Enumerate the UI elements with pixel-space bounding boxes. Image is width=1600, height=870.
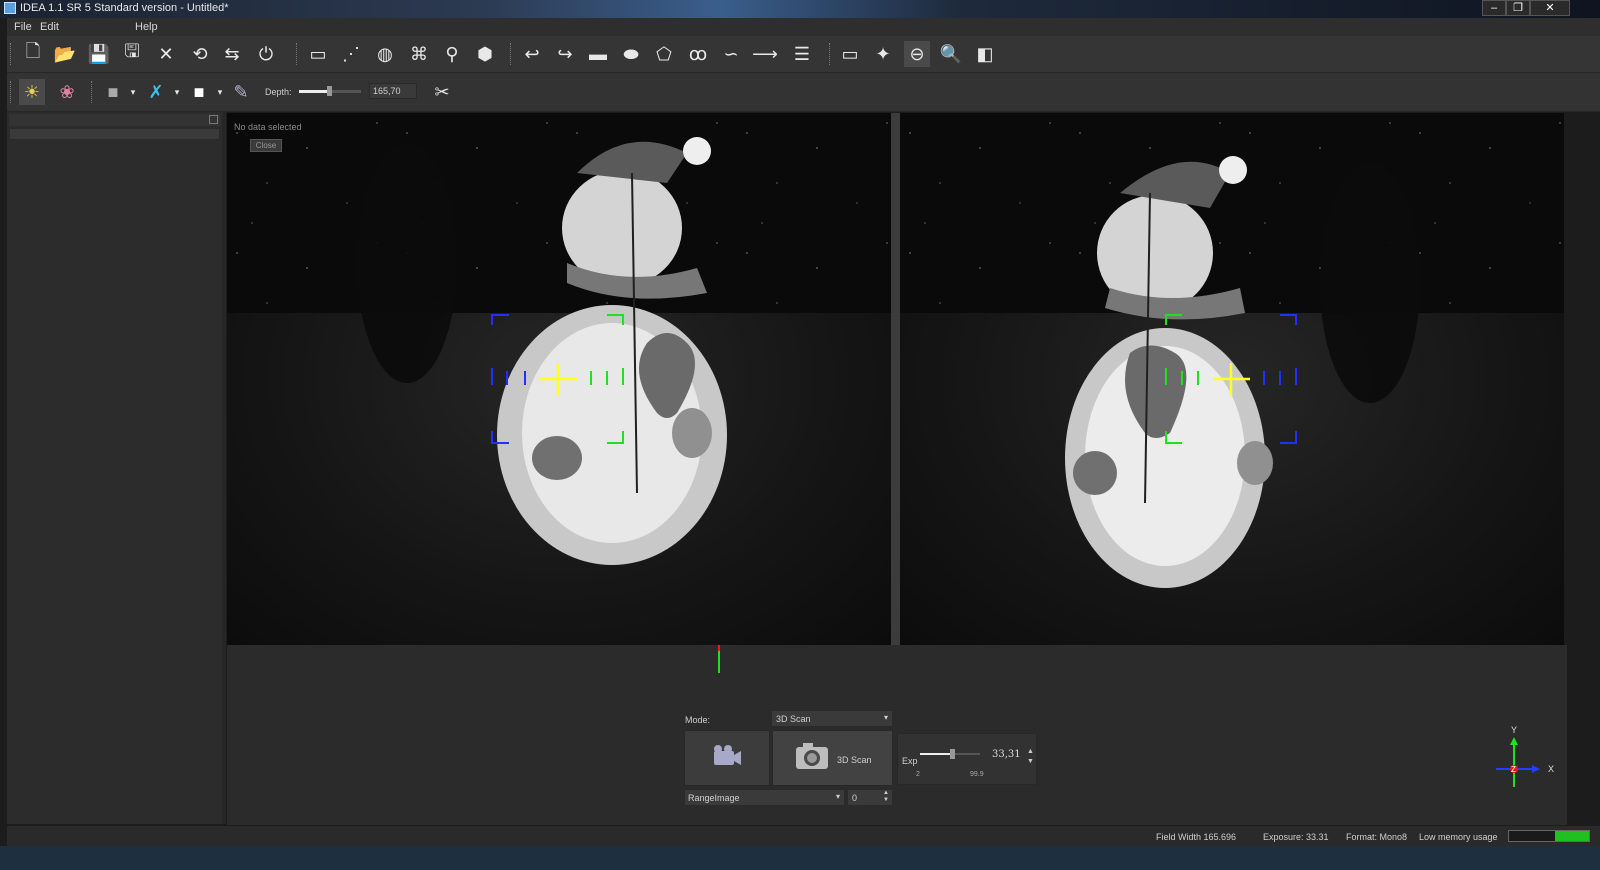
restore-button[interactable]: ❐: [1506, 0, 1530, 16]
color-icon[interactable]: ❀: [54, 79, 80, 105]
axis-marker-red: [718, 645, 720, 651]
3d-scan-button[interactable]: 3D Scan: [772, 730, 893, 786]
window-title: IDEA 1.1 SR 5 Standard version - Untitle…: [20, 2, 229, 14]
svg-text:Z: Z: [1511, 765, 1516, 774]
spin-up-icon[interactable]: ▲: [883, 790, 889, 796]
left-camera-view[interactable]: No data selected: [227, 113, 891, 645]
tools-icon[interactable]: ✂: [429, 79, 455, 105]
import-icon[interactable]: ⟲: [187, 41, 213, 67]
os-taskbar: [0, 846, 1600, 870]
right-camera-view[interactable]: [900, 113, 1564, 645]
no-data-label: No data selected: [234, 122, 302, 132]
target-overlay-right: [1165, 314, 1297, 444]
menu-file[interactable]: File: [14, 21, 32, 33]
scan-control-area: Mode: 3D Scan ▾ 3D Scan Exp 33,31 ▲ ▼ 2 …: [227, 645, 1567, 825]
exposure-min: 2: [916, 771, 920, 778]
zoom-icon[interactable]: 🔍: [938, 41, 964, 67]
svg-text:Y: Y: [1511, 725, 1517, 735]
light-icon[interactable]: ☀: [19, 79, 45, 105]
exposure-control: Exp 33,31 ▲ ▼ 2 99.9: [897, 733, 1037, 785]
rectangle-icon[interactable]: ▬: [585, 41, 611, 67]
view-toolbar: ☀ ❀ ■ ▾ ✗ ▾ ■ ▾ ✎ Depth: 165,70 ✂: [7, 73, 1600, 112]
minimize-button[interactable]: –: [1482, 0, 1506, 16]
save-icon[interactable]: 💾: [86, 41, 112, 67]
menu-bar: File Edit Help: [7, 18, 1600, 36]
axis-marker-green: [718, 649, 720, 673]
status-field-width: Field Width 165.696: [1156, 832, 1237, 842]
redo-icon[interactable]: ↪: [552, 41, 578, 67]
video-camera-icon: [714, 745, 741, 765]
cube-icon[interactable]: ◧: [972, 41, 998, 67]
lasso-icon[interactable]: ꝏ: [685, 41, 711, 67]
status-memory: Low memory usage: [1419, 832, 1498, 842]
measure-icon[interactable]: ⚲: [439, 41, 465, 67]
menu-help[interactable]: Help: [135, 21, 158, 33]
depth-label: Depth:: [265, 87, 292, 97]
delete-icon[interactable]: ✕: [153, 41, 179, 67]
status-format: Format: Mono8: [1346, 832, 1408, 842]
exposure-max: 99.9: [970, 771, 984, 778]
svg-text:X: X: [1548, 764, 1554, 774]
status-exposure: Exposure: 33.31: [1263, 832, 1329, 842]
layers-icon[interactable]: ☰: [789, 41, 815, 67]
depth-slider[interactable]: [299, 86, 361, 96]
3d-scan-button-label: 3D Scan: [837, 755, 872, 765]
panel-row[interactable]: [9, 128, 220, 140]
paint-icon[interactable]: ✎: [228, 79, 254, 105]
status-bar: Field Width 165.696 Exposure: 33.31 Form…: [7, 826, 1600, 846]
polygon-icon[interactable]: ⬠: [651, 41, 677, 67]
axis-gizmo: Y X Z: [1496, 725, 1554, 787]
open-folder-icon[interactable]: 📂: [52, 41, 78, 67]
points-icon[interactable]: ⋰: [338, 41, 364, 67]
mesh-icon[interactable]: ◍: [372, 41, 398, 67]
align-icon[interactable]: ⌘: [406, 41, 432, 67]
undo-icon[interactable]: ↩: [519, 41, 545, 67]
exposure-value[interactable]: 33,31: [992, 749, 1021, 760]
app-icon: [4, 2, 16, 14]
exposure-slider[interactable]: [920, 749, 980, 759]
curve-icon[interactable]: ∽: [718, 41, 744, 67]
output-select[interactable]: RangeImage ▾: [684, 789, 845, 806]
depth-input[interactable]: 165,70: [369, 83, 417, 99]
export-icon[interactable]: ⇆: [219, 41, 245, 67]
spin-down-icon[interactable]: ▼: [883, 797, 889, 803]
panel-float-icon[interactable]: [209, 115, 218, 124]
new-file-icon[interactable]: 🗋: [20, 41, 46, 67]
mode-select[interactable]: 3D Scan ▾: [771, 710, 893, 727]
chevron-down-icon: ▾: [835, 792, 840, 801]
power-icon[interactable]: ⏻: [253, 41, 279, 67]
video-capture-button[interactable]: [684, 730, 770, 786]
scanner-icon[interactable]: ▭: [305, 41, 331, 67]
mode-label: Mode:: [685, 715, 711, 725]
chevron-down-icon: ▾: [883, 713, 888, 722]
memory-usage-bar: [1508, 830, 1590, 842]
ellipse-icon[interactable]: ⬬: [618, 41, 644, 67]
spin-up-icon[interactable]: ▲: [1027, 748, 1034, 755]
target-overlay-left: [491, 314, 624, 444]
panel-header: [9, 114, 220, 126]
view-splitter[interactable]: [891, 113, 900, 645]
save-as-icon[interactable]: 🖫: [119, 41, 145, 67]
line-icon[interactable]: ⟶: [752, 41, 778, 67]
shape-icon[interactable]: ⬢: [472, 41, 498, 67]
rotate-icon[interactable]: ✦: [870, 41, 896, 67]
camera-icon: [796, 743, 828, 769]
close-overlay-button[interactable]: Close: [250, 139, 282, 152]
turntable-icon[interactable]: ⊖: [904, 41, 930, 67]
main-toolbar: 🗋 📂 💾 🖫 ✕ ⟲ ⇆ ⏻ ▭ ⋰ ◍ ⌘ ⚲ ⬢ ↩ ↪ ▬ ⬬ ⬠ ꝏ …: [7, 36, 1600, 73]
left-panel: [7, 112, 223, 824]
panel-splitter[interactable]: [222, 112, 226, 824]
exposure-label: Exp: [902, 756, 918, 766]
menu-edit[interactable]: Edit: [40, 21, 59, 33]
spin-down-icon[interactable]: ▼: [1027, 758, 1034, 765]
close-window-button[interactable]: ✕: [1530, 0, 1570, 16]
index-spinbox[interactable]: 0 ▲ ▼: [847, 789, 893, 806]
window-icon[interactable]: ▭: [837, 41, 863, 67]
title-bar: IDEA 1.1 SR 5 Standard version - Untitle…: [0, 0, 1600, 18]
